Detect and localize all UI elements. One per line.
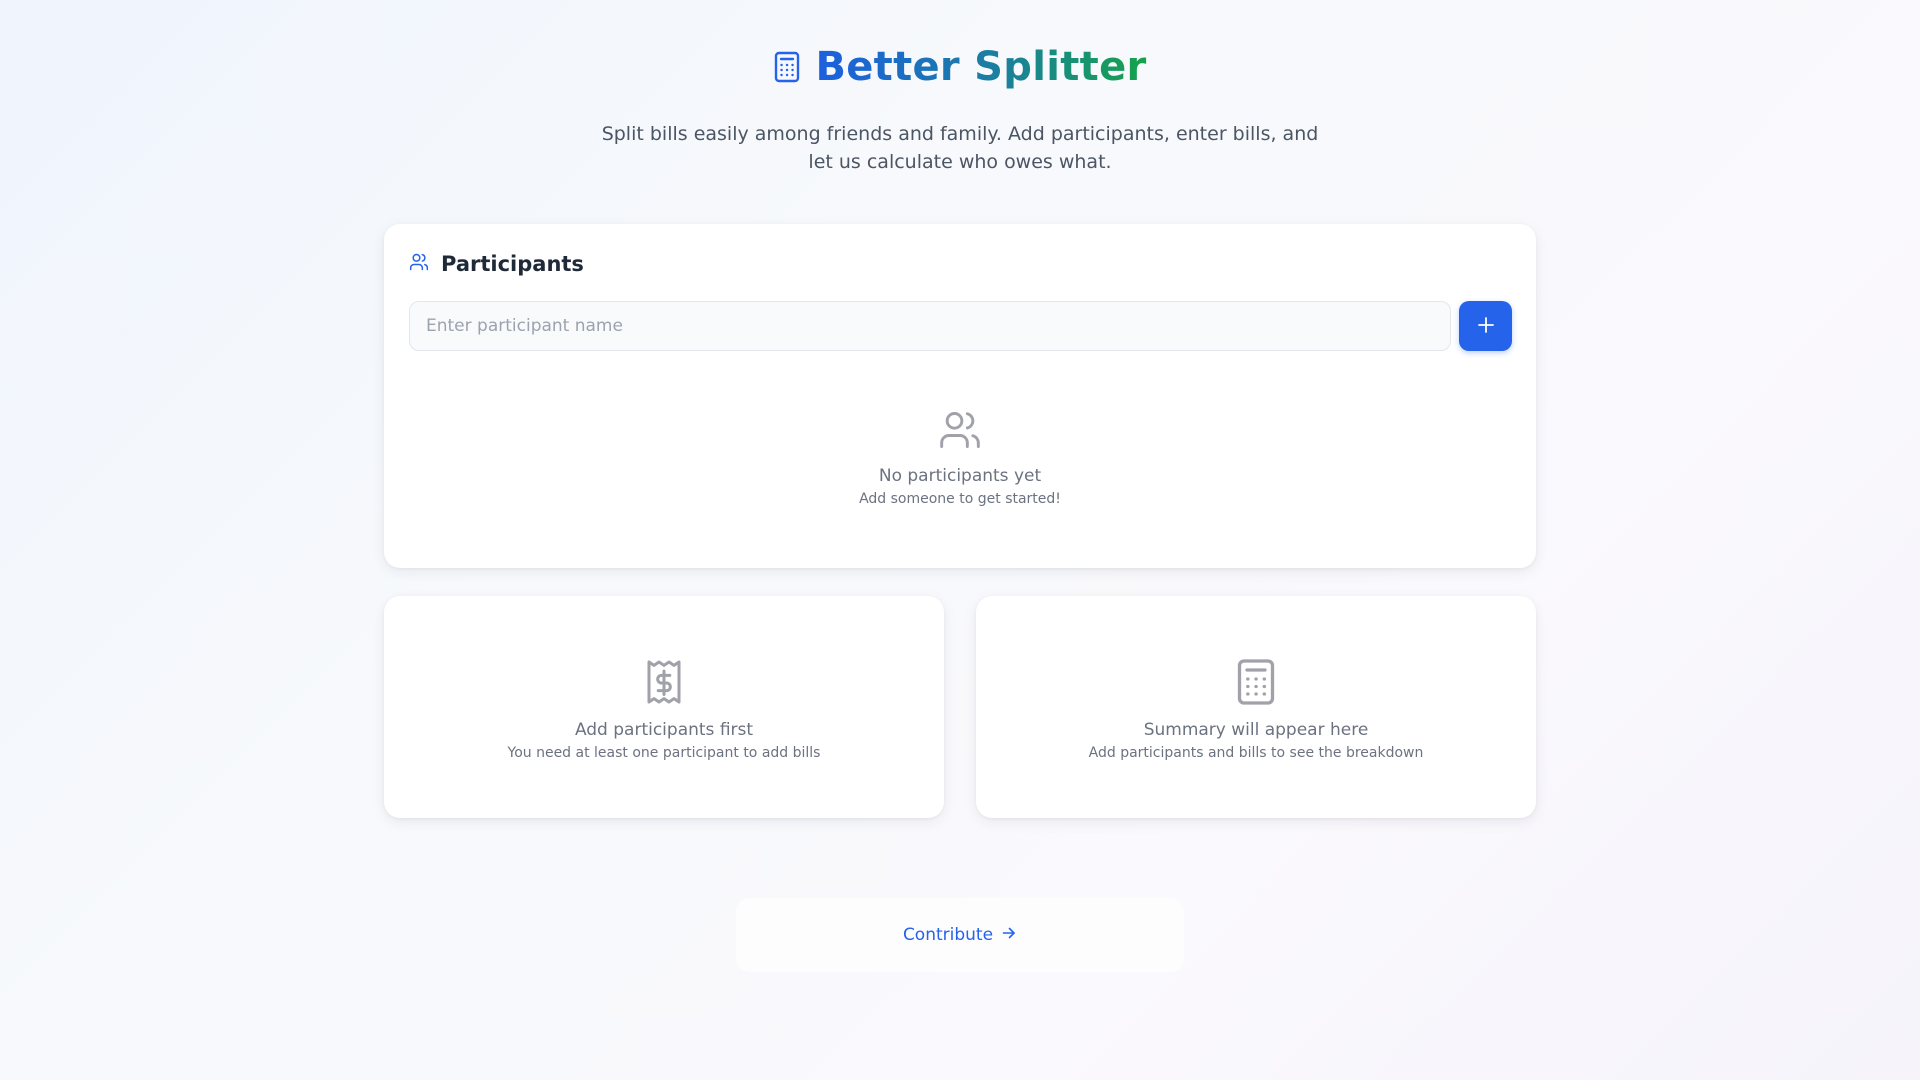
participants-empty-state: No participants yet Add someone to get s… [384, 408, 1536, 510]
add-participant-button[interactable] [1459, 301, 1512, 351]
summary-empty-subtitle: Add participants and bills to see the br… [1088, 745, 1424, 761]
contribute-link[interactable]: Contribute [736, 898, 1184, 972]
contribute-label: Contribute [902, 925, 994, 945]
participant-name-input[interactable] [409, 301, 1451, 351]
users-icon [409, 252, 429, 276]
participants-title: Participants [441, 252, 584, 276]
app-subtitle: Split bills easily among friends and fam… [601, 123, 1319, 173]
summary-empty-title: Summary will appear here [1143, 720, 1369, 740]
app-title: Better Splitter [815, 44, 1147, 90]
calculator-icon [773, 51, 801, 83]
calculator-icon [976, 658, 1536, 706]
participants-empty-subtitle: Add someone to get started! [859, 491, 1061, 507]
users-icon [384, 408, 1536, 452]
bills-card: Add participants first You need at least… [384, 596, 944, 818]
bills-empty-state: Add participants first You need at least… [384, 658, 944, 764]
bills-empty-subtitle: You need at least one participant to add… [507, 745, 821, 761]
receipt-icon [384, 658, 944, 706]
summary-empty-state: Summary will appear here Add participant… [976, 658, 1536, 764]
participants-header: Participants [409, 252, 584, 276]
participants-card: Participants No participants yet Add som… [384, 224, 1536, 568]
plus-icon [1477, 316, 1495, 337]
app-header: Better Splitter [0, 44, 1920, 90]
arrow-right-icon [1001, 925, 1017, 946]
participants-empty-title: No participants yet [878, 466, 1042, 486]
bills-empty-title: Add participants first [574, 720, 754, 740]
summary-card: Summary will appear here Add participant… [976, 596, 1536, 818]
